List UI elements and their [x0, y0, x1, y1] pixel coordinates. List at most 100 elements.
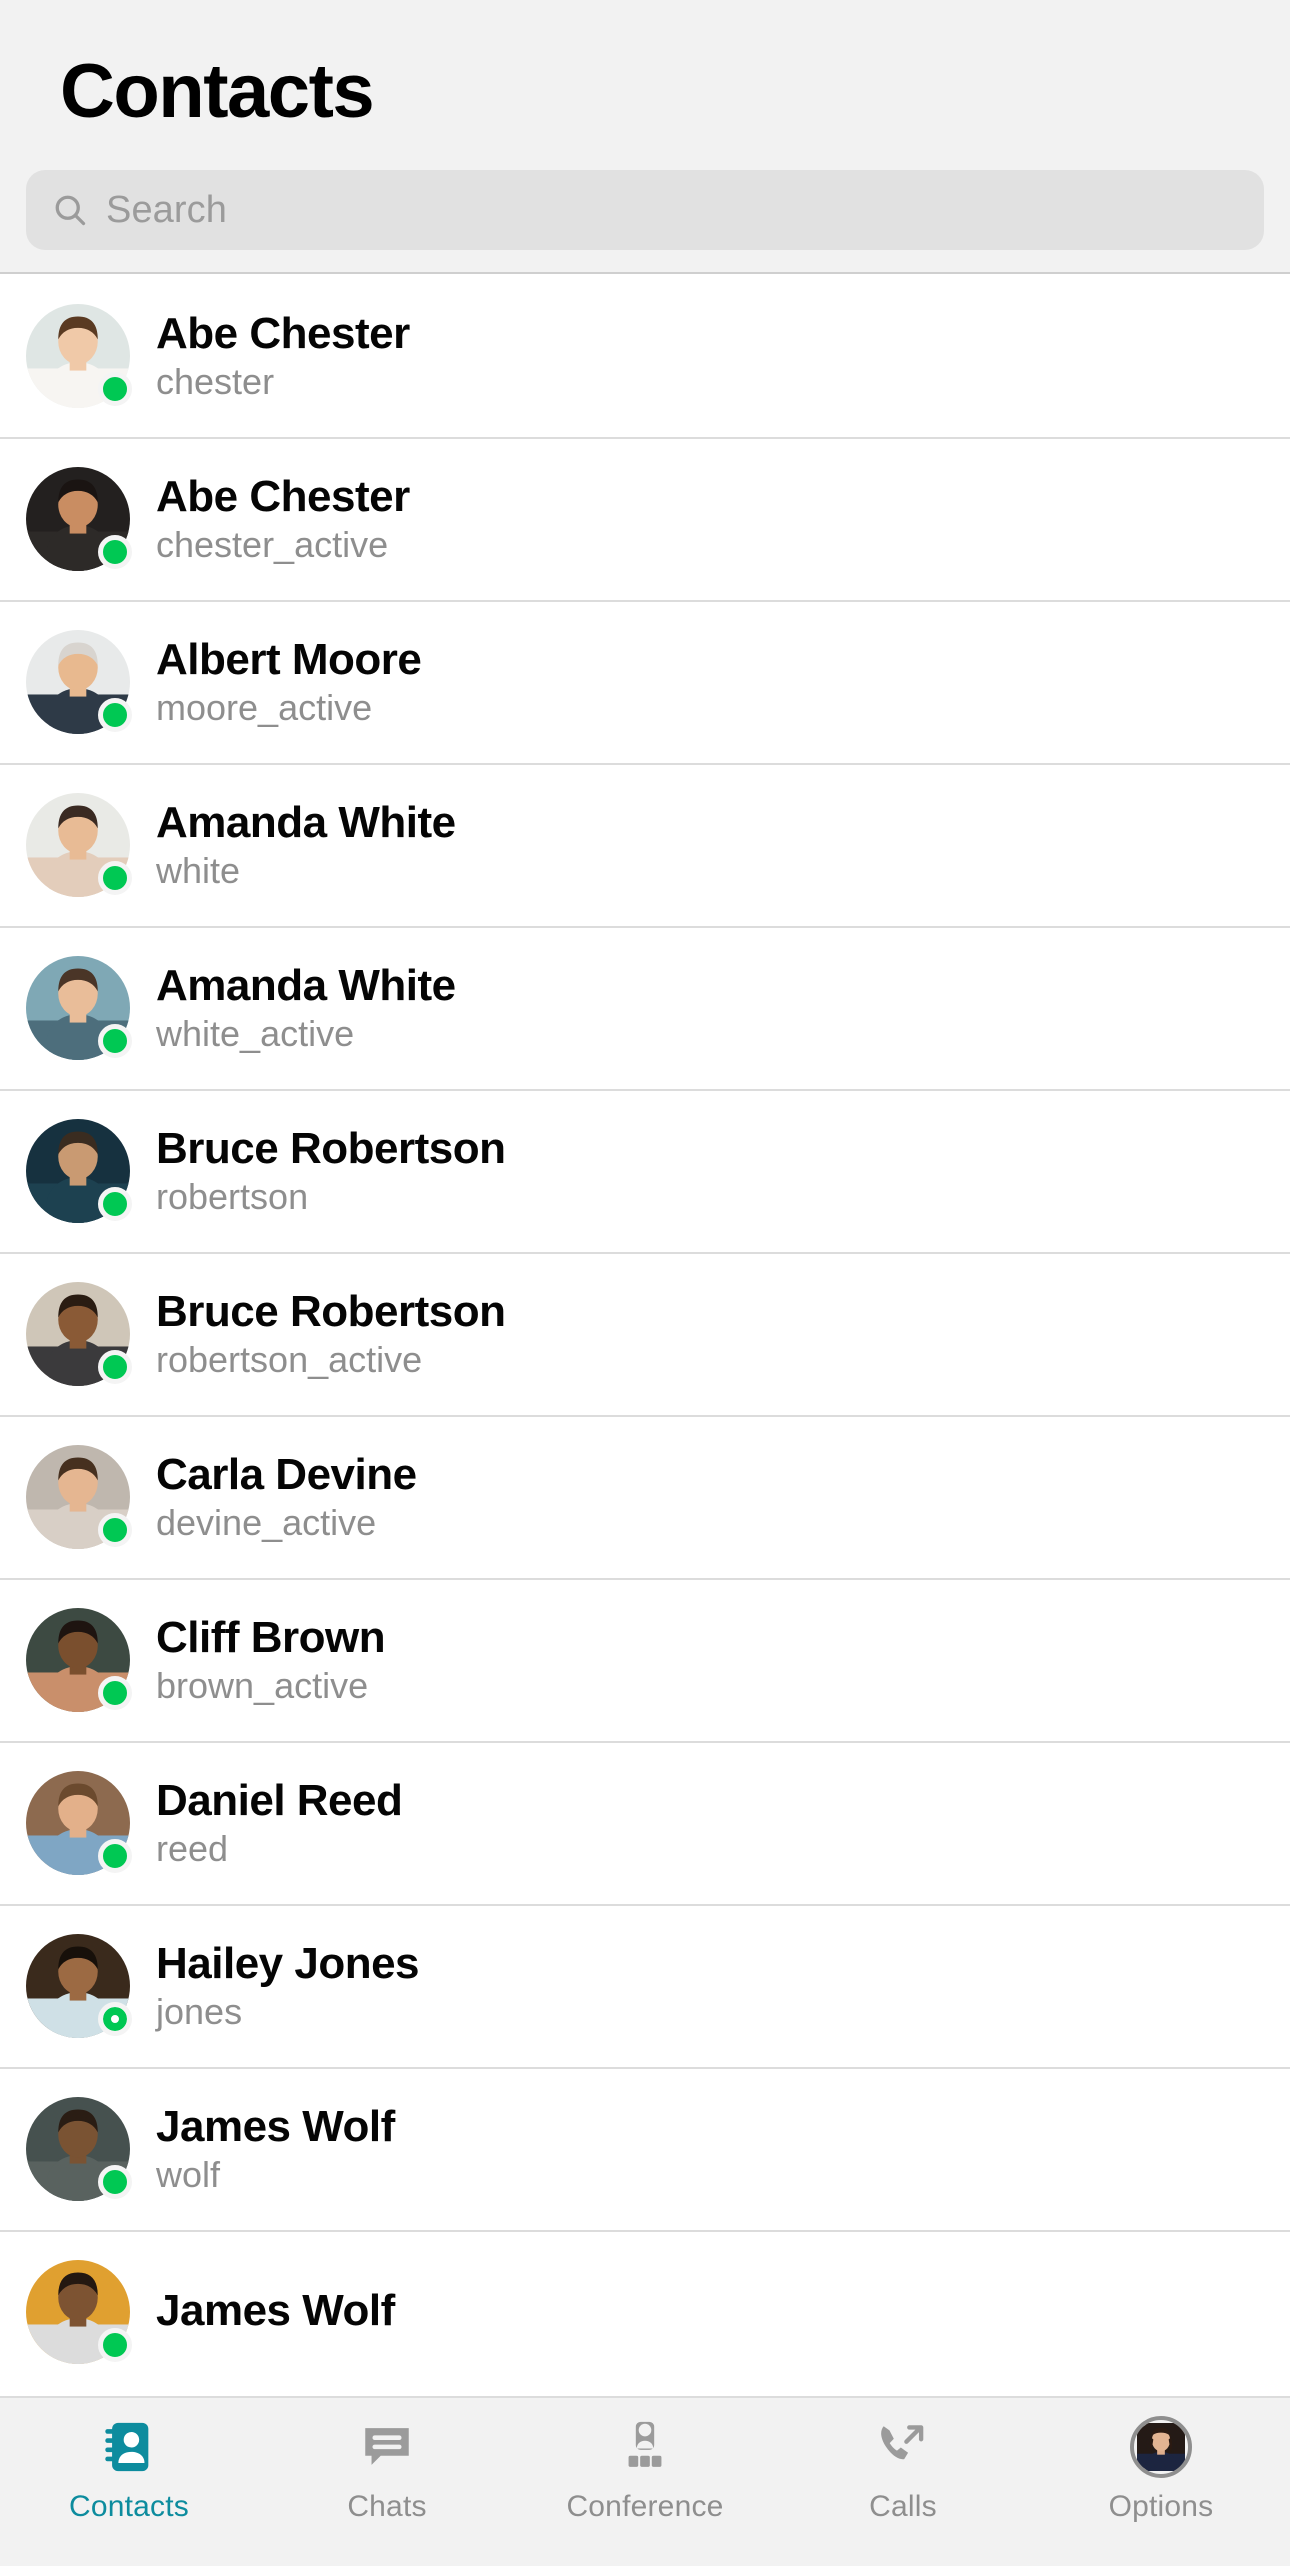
contact-username: white [156, 849, 241, 891]
contact-text: Abe Chester chester [156, 308, 410, 402]
status-badge-online [98, 697, 132, 732]
contact-name: Amanda White [156, 960, 456, 1010]
contact-row[interactable]: Amanda White white_active [0, 926, 1290, 1089]
contact-username: brown_active [156, 1664, 369, 1706]
contact-row[interactable]: Cliff Brown brown_active [0, 1578, 1290, 1741]
contact-row[interactable]: Bruce Robertson robertson [0, 1089, 1290, 1252]
contact-username: wolf [156, 2153, 221, 2195]
contact-row[interactable]: Bruce Robertson robertson_active [0, 1252, 1290, 1415]
contact-row[interactable]: Hailey Jones jones [0, 1904, 1290, 2067]
search-input[interactable]: Search [26, 170, 1264, 250]
avatar [26, 1444, 132, 1549]
outgoing-call-icon [872, 2416, 934, 2478]
contact-name: Hailey Jones [156, 1938, 420, 1988]
contact-text: Hailey Jones jones [156, 1938, 420, 2032]
contact-name: Abe Chester [156, 471, 410, 521]
contact-username: robertson_active [156, 1338, 423, 1380]
avatar [26, 955, 132, 1060]
contact-text: Cliff Brown brown_active [156, 1612, 386, 1706]
avatar [26, 1933, 132, 2038]
avatar [26, 1770, 132, 1875]
header: Contacts Search [0, 0, 1290, 272]
contact-row[interactable]: Carla Devine devine_active [0, 1415, 1290, 1578]
contact-row[interactable]: Daniel Reed reed [0, 1741, 1290, 1904]
contact-name: Cliff Brown [156, 1612, 386, 1662]
contact-name: Abe Chester [156, 308, 410, 358]
conference-icon [614, 2416, 676, 2478]
avatar [26, 792, 132, 897]
status-badge-online [98, 1349, 132, 1384]
status-badge-away [98, 2001, 132, 2036]
contact-username: chester [156, 360, 275, 402]
contact-name: Albert Moore [156, 634, 422, 684]
user-avatar-icon [1130, 2416, 1192, 2478]
avatar [26, 303, 132, 408]
status-badge-online [98, 1023, 132, 1058]
contact-username: chester_active [156, 523, 389, 565]
tab-label: Options [1108, 2490, 1214, 2523]
contact-row[interactable]: Abe Chester chester_active [0, 437, 1290, 600]
tab-options[interactable]: Options [1032, 2416, 1290, 2524]
status-badge-online [98, 371, 132, 406]
contact-username: reed [156, 1827, 229, 1869]
contact-text: Albert Moore moore_active [156, 634, 422, 728]
contact-name: Bruce Robertson [156, 1286, 506, 1336]
contact-card-icon [98, 2416, 160, 2478]
contact-text: Amanda White white_active [156, 960, 456, 1054]
status-badge-online [98, 1186, 132, 1221]
avatar [26, 2259, 132, 2364]
contact-text: Carla Devine devine_active [156, 1449, 417, 1543]
search-container: Search [0, 130, 1290, 272]
search-placeholder: Search [106, 188, 228, 231]
tab-label: Conference [566, 2490, 724, 2523]
contact-text: Abe Chester chester_active [156, 471, 410, 565]
search-icon [52, 192, 88, 228]
avatar [26, 2096, 132, 2201]
user-avatar-image [1137, 2423, 1185, 2471]
contact-username: devine_active [156, 1501, 377, 1543]
contact-name: Amanda White [156, 797, 456, 847]
contact-text: James Wolf [156, 2286, 395, 2336]
bottom-tab-bar[interactable]: Contacts Chats Conference Calls Options [0, 2396, 1290, 2566]
contact-name: Daniel Reed [156, 1775, 403, 1825]
contact-row[interactable]: James Wolf [0, 2230, 1290, 2393]
contact-username: white_active [156, 1012, 355, 1054]
tab-calls[interactable]: Calls [774, 2416, 1032, 2524]
contact-text: Amanda White white [156, 797, 456, 891]
status-badge-online [98, 534, 132, 569]
tab-label: Calls [869, 2490, 937, 2523]
status-badge-online [98, 2327, 132, 2362]
contact-name: Bruce Robertson [156, 1123, 506, 1173]
status-badge-online [98, 1512, 132, 1547]
status-badge-online [98, 1838, 132, 1873]
contact-text: James Wolf wolf [156, 2101, 395, 2195]
avatar [26, 1118, 132, 1223]
contact-name: James Wolf [156, 2101, 395, 2151]
status-badge-online [98, 1675, 132, 1710]
contact-username: moore_active [156, 686, 373, 728]
contact-text: Daniel Reed reed [156, 1775, 403, 1869]
avatar [26, 466, 132, 571]
contact-name: Carla Devine [156, 1449, 417, 1499]
contact-list[interactable]: Abe Chester chester Abe Chester chester_act… [0, 274, 1290, 2566]
contact-row[interactable]: James Wolf wolf [0, 2067, 1290, 2230]
avatar [26, 1281, 132, 1386]
tab-conference[interactable]: Conference [516, 2416, 774, 2524]
contact-username: jones [156, 1990, 243, 2032]
status-badge-online [98, 2164, 132, 2199]
chat-bubble-icon [356, 2416, 418, 2478]
tab-label: Chats [347, 2490, 427, 2523]
status-badge-online [98, 860, 132, 895]
contact-name: James Wolf [156, 2286, 395, 2336]
contact-row[interactable]: Albert Moore moore_active [0, 600, 1290, 763]
contact-text: Bruce Robertson robertson [156, 1123, 506, 1217]
avatar [26, 629, 132, 734]
contact-row[interactable]: Amanda White white [0, 763, 1290, 926]
contacts-screen: Contacts Search Abe Chester chester Abe Ch… [0, 0, 1290, 2566]
tab-chats[interactable]: Chats [258, 2416, 516, 2524]
contact-row[interactable]: Abe Chester chester [0, 274, 1290, 437]
page-title: Contacts [60, 49, 375, 134]
tab-contacts[interactable]: Contacts [0, 2416, 258, 2524]
avatar [26, 1607, 132, 1712]
contact-username: robertson [156, 1175, 309, 1217]
